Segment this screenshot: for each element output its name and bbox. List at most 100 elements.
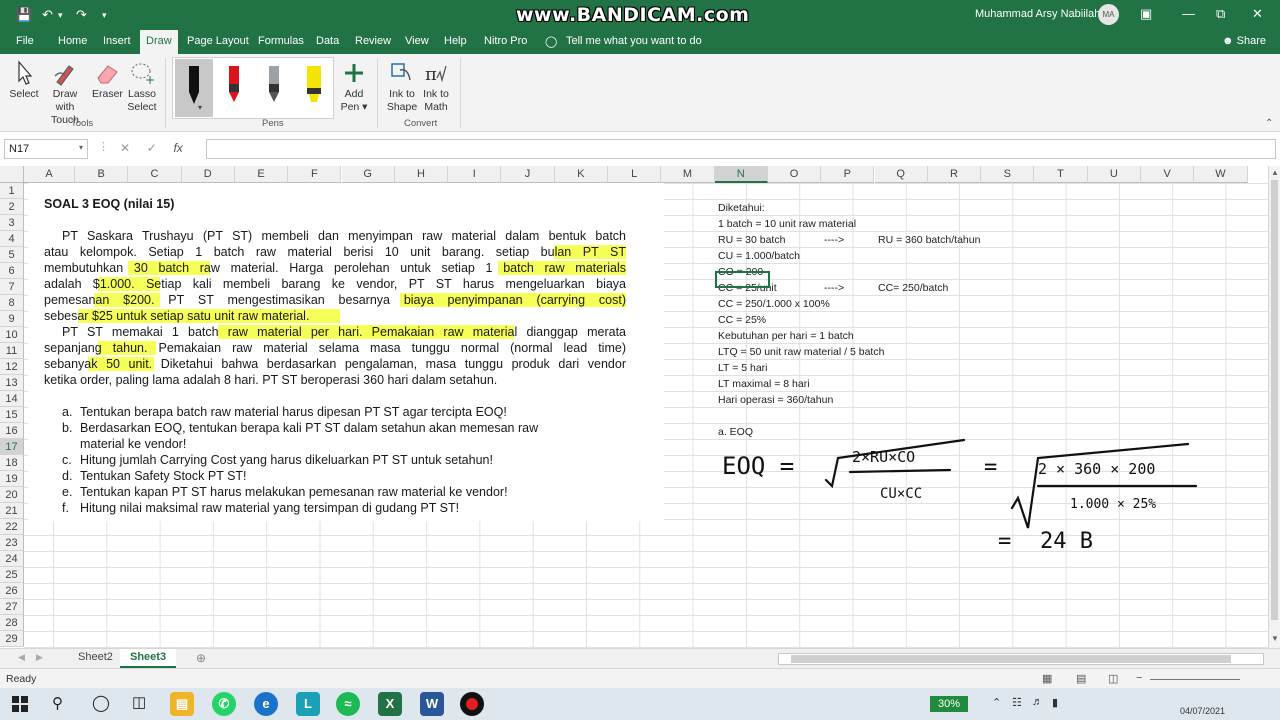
excel-icon[interactable]: X	[378, 692, 402, 716]
windows-start-icon[interactable]	[12, 696, 28, 712]
row-header[interactable]: 10	[0, 327, 24, 343]
row-header[interactable]: 24	[0, 551, 24, 567]
volume-icon[interactable]: ♬	[1032, 696, 1043, 708]
normal-view-icon[interactable]: ▦	[1042, 672, 1052, 685]
row-header[interactable]: 21	[0, 503, 24, 519]
row-header[interactable]: 29	[0, 631, 24, 647]
sheet-tab-sheet2[interactable]: Sheet2	[68, 649, 123, 668]
column-header[interactable]: F	[288, 166, 342, 183]
column-header[interactable]: R	[927, 166, 982, 183]
row-header[interactable]: 19	[0, 471, 24, 487]
file-explorer-icon[interactable]: ▤	[170, 692, 194, 716]
column-header[interactable]: W	[1194, 166, 1248, 183]
task-view-icon[interactable]: ◫	[132, 693, 146, 711]
cell-p4[interactable]: ---->	[824, 234, 844, 246]
row-header[interactable]: 20	[0, 487, 24, 503]
new-sheet-icon[interactable]: ⊕	[196, 651, 206, 665]
page-layout-view-icon[interactable]: ▤	[1076, 672, 1086, 685]
tab-help[interactable]: Help	[444, 35, 467, 47]
row-header[interactable]: 1	[0, 183, 24, 199]
spotify-icon[interactable]: ≈	[336, 692, 360, 716]
cell-n[interactable]: CC = 25%	[718, 314, 766, 326]
vertical-scroll-thumb[interactable]	[1271, 180, 1278, 620]
row-header[interactable]: 28	[0, 615, 24, 631]
select-all-button[interactable]	[0, 166, 24, 183]
column-header[interactable]: P	[821, 166, 875, 183]
redo-icon[interactable]: ↷	[76, 7, 87, 23]
zoom-slider[interactable]	[1150, 679, 1240, 680]
battery-indicator[interactable]: 30%	[930, 696, 968, 712]
row-header[interactable]: 25	[0, 567, 24, 583]
row-header[interactable]: 11	[0, 343, 24, 359]
cell-p7[interactable]: ---->	[824, 282, 844, 294]
tab-draw[interactable]: Draw	[140, 30, 178, 54]
row-header[interactable]: 16	[0, 423, 24, 439]
column-header[interactable]: E	[234, 166, 289, 183]
cell-n[interactable]: Diketahui:	[718, 202, 765, 214]
undo-icon[interactable]: ↶	[42, 7, 53, 23]
vertical-scrollbar[interactable]: ▲ ▼	[1268, 166, 1280, 648]
column-header[interactable]: H	[394, 166, 449, 183]
cell-n[interactable]: LT maximal = 8 hari	[718, 378, 810, 390]
tab-insert[interactable]: Insert	[103, 35, 131, 47]
ink-to-math-button[interactable]: π Ink to Math	[420, 60, 452, 114]
cell-n[interactable]: CU = 1.000/batch	[718, 250, 800, 262]
tab-view[interactable]: View	[405, 35, 429, 47]
cell-q7[interactable]: CC= 250/batch	[878, 282, 948, 294]
select-button[interactable]: Select	[8, 60, 40, 101]
problem-picture[interactable]: SOAL 3 EOQ (nilai 15) PT Saskara Trushay…	[28, 183, 664, 521]
row-header[interactable]: 15	[0, 407, 24, 423]
column-header[interactable]: A	[24, 166, 75, 183]
tell-me-search[interactable]: Tell me what you want to do	[566, 35, 702, 47]
close-icon[interactable]: ✕	[1252, 6, 1263, 22]
row-header[interactable]: 7	[0, 279, 24, 295]
tray-chevron-icon[interactable]: ⌃	[992, 696, 1001, 709]
share-button[interactable]: ☻ Share	[1222, 35, 1266, 47]
sheet-tab-sheet3[interactable]: Sheet3	[120, 649, 177, 668]
customize-qat-icon[interactable]: ▾	[102, 10, 107, 21]
active-cell-n17[interactable]	[715, 271, 770, 288]
row-header[interactable]: 9	[0, 311, 24, 327]
column-header[interactable]: I	[448, 166, 502, 183]
column-header[interactable]: J	[501, 166, 555, 183]
undo-dropdown-icon[interactable]: ▾	[58, 10, 63, 21]
row-header[interactable]: 27	[0, 599, 24, 615]
tab-formulas[interactable]: Formulas	[258, 35, 304, 47]
row-header[interactable]: 2	[0, 199, 24, 215]
row-header[interactable]: 23	[0, 535, 24, 551]
cell-n[interactable]: Hari operasi = 360/tahun	[718, 394, 833, 406]
ribbon-display-icon[interactable]: ▣	[1140, 6, 1152, 22]
horizontal-scrollbar[interactable]	[778, 653, 1264, 665]
cortana-icon[interactable]: ◯	[92, 693, 110, 713]
column-header[interactable]: L	[608, 166, 662, 183]
column-header[interactable]: U	[1087, 166, 1141, 183]
add-pen-button[interactable]: Add Pen ▾	[340, 60, 368, 114]
row-header[interactable]: 6	[0, 263, 24, 279]
avatar[interactable]: MA	[1098, 4, 1119, 25]
column-header[interactable]: G	[341, 166, 395, 183]
column-header[interactable]: D	[181, 166, 235, 183]
column-header[interactable]: O	[767, 166, 822, 183]
horizontal-scroll-thumb[interactable]	[791, 655, 1231, 663]
insert-function-icon[interactable]: fx	[173, 141, 182, 155]
scroll-down-icon[interactable]: ▼	[1271, 634, 1279, 643]
cell-n[interactable]: LTQ = 50 unit raw material / 5 batch	[718, 346, 884, 358]
prev-sheet-icon[interactable]: ◀	[18, 652, 25, 663]
network-icon[interactable]: ☷	[1012, 696, 1022, 709]
tab-page-layout[interactable]: Page Layout	[187, 35, 249, 47]
cell-n[interactable]: 1 batch = 10 unit raw material	[718, 218, 856, 230]
name-box-dropdown-icon[interactable]: ▾	[79, 143, 83, 152]
row-header[interactable]: 4	[0, 231, 24, 247]
column-header[interactable]: K	[554, 166, 608, 183]
pencil-icon[interactable]	[261, 62, 287, 112]
page-break-view-icon[interactable]: ◫	[1108, 672, 1118, 685]
name-box[interactable]: N17 ▾	[4, 139, 88, 159]
row-header[interactable]: 8	[0, 295, 24, 311]
tab-nitro-pro[interactable]: Nitro Pro	[484, 35, 527, 47]
tab-data[interactable]: Data	[316, 35, 339, 47]
lasso-select-button[interactable]: + Lasso Select	[126, 60, 158, 114]
row-header[interactable]: 13	[0, 375, 24, 391]
column-header[interactable]: S	[981, 166, 1035, 183]
formula-input[interactable]	[206, 139, 1276, 159]
ink-to-shape-button[interactable]: Ink to Shape	[386, 60, 418, 114]
